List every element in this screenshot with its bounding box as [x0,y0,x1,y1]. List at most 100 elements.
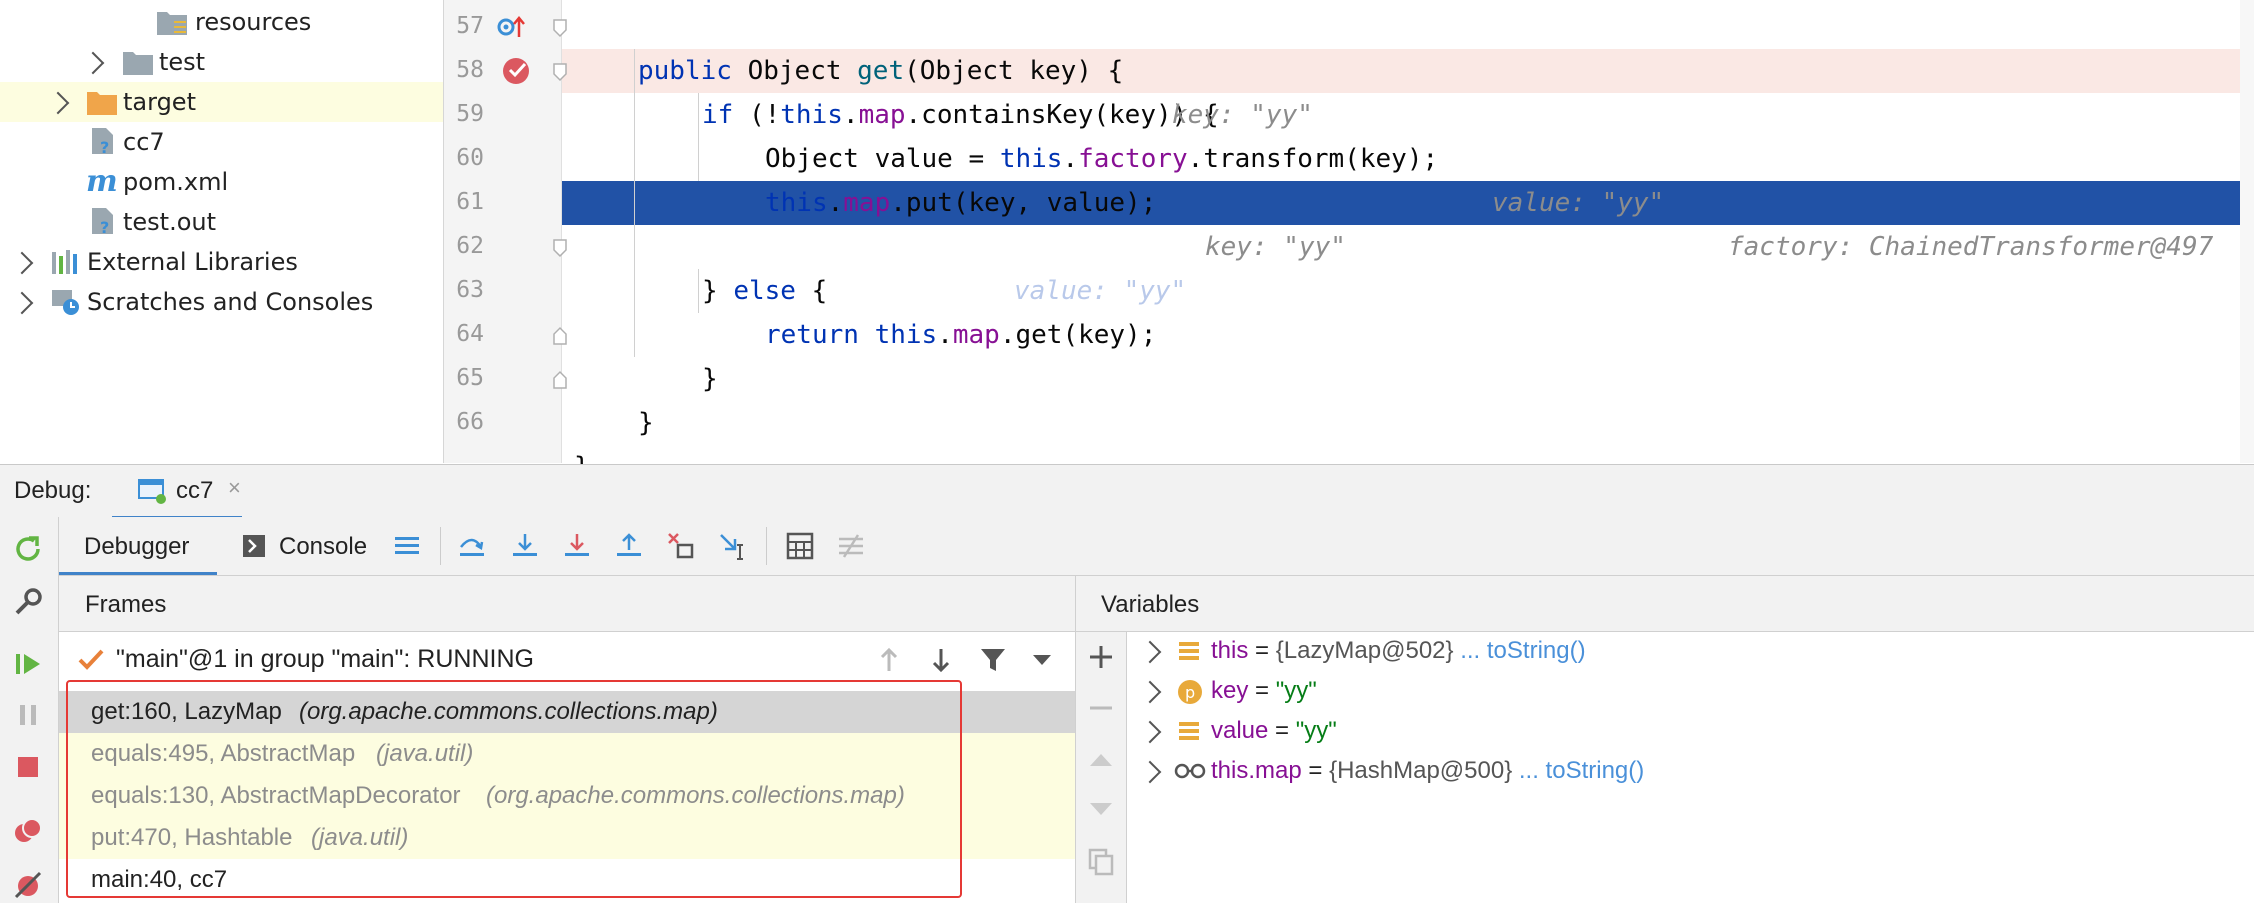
view-breakpoints-icon[interactable] [13,816,43,846]
step-out-icon[interactable] [614,531,644,561]
var-text: key = "yy" [1211,671,1317,711]
chevron-right-icon[interactable] [10,291,34,315]
chevron-down-icon[interactable] [1030,652,1054,668]
debug-side-toolbar [0,517,59,903]
field-icon [1179,642,1199,660]
move-up-icon[interactable] [1086,744,1116,774]
move-down-icon[interactable] [1086,795,1116,825]
drop-frame-icon[interactable] [666,531,696,561]
trace-icon[interactable] [836,531,866,561]
equals-sign: = [1268,717,1296,744]
inline-value-hint: value: "yy" [1492,188,1665,218]
svg-text:?: ? [100,138,109,155]
orange-folder-icon [87,92,117,115]
filter-icon[interactable] [978,645,1008,675]
tab-console-label: Console [279,533,368,560]
fold-icon[interactable] [552,62,568,82]
chevron-right-icon[interactable] [10,251,34,275]
code-line-62[interactable]: } else { [562,225,2254,306]
pause-icon[interactable] [13,700,43,730]
resume-icon[interactable] [13,649,43,679]
code-token: (Object key) { [904,56,1124,86]
application-icon [138,479,166,504]
tab-debugger-label: Debugger [84,533,190,560]
stop-icon[interactable] [13,752,43,782]
chevron-right-icon[interactable] [46,91,70,115]
code-token: map [843,188,891,218]
debug-session-tab[interactable]: cc7 × [112,465,242,519]
fold-end-icon[interactable] [552,326,568,346]
svg-text:?: ? [100,218,109,235]
tree-item-cc7[interactable]: ? cc7 [0,122,443,162]
equals-sign: = [1301,757,1330,784]
tree-item-test-out[interactable]: ? test.out [0,202,443,242]
resources-folder-icon [157,12,187,35]
chevron-right-icon[interactable] [81,51,105,75]
editor-scrollbar[interactable] [2240,0,2254,463]
debug-toolbar: Debugger Console [0,517,2254,576]
toolbar-separator [766,527,767,565]
tree-item-resources[interactable]: resources [0,2,443,42]
code-line-59[interactable]: Object value = this.factory.transform(ke… [562,93,2254,262]
breakpoint-icon[interactable] [501,54,535,88]
thread-selector[interactable]: "main"@1 in group "main": RUNNING [59,640,1075,680]
code-line-64[interactable]: } [562,313,2254,394]
evaluate-expression-icon[interactable] [785,531,815,561]
variable-value: {LazyMap@502} [1275,637,1454,664]
remove-watch-icon[interactable] [1086,693,1116,723]
line-number: 66 [456,409,484,435]
override-method-icon[interactable] [496,13,526,41]
step-over-icon[interactable] [457,531,487,561]
copy-icon[interactable] [1086,846,1116,876]
indent-guide [698,269,699,313]
code-line-60[interactable]: this.map.put(key, value); key: "yy" [562,137,2254,262]
code-line-57[interactable]: public Object get(Object key) { key: "yy… [562,5,2254,130]
var-text: this = {LazyMap@502} ... toString() [1211,631,1586,671]
line-number: 60 [456,145,484,171]
tab-console[interactable]: Console [240,517,380,575]
parameter-icon: p [1178,680,1202,704]
fold-icon[interactable] [552,238,568,258]
code-line-65[interactable]: } [562,357,2254,438]
fold-end-icon[interactable] [552,370,568,390]
watch-icon [1174,763,1206,779]
rerun-icon[interactable] [13,534,43,564]
code-token: .put(key, value); [890,188,1157,218]
layout-menu-icon[interactable] [392,531,422,561]
fold-icon[interactable] [552,18,568,38]
tree-item-pom[interactable]: m pom.xml [0,162,443,202]
debug-title-bar: Debug: cc7 × [0,464,2254,519]
settings-wrench-icon[interactable] [13,587,43,617]
indent-guide [634,49,635,357]
tree-item-label: cc7 [123,128,165,156]
tree-item-test[interactable]: test [0,42,443,82]
arrow-down-icon[interactable] [926,645,956,675]
checkmark-icon [78,649,104,670]
tree-item-label: External Libraries [87,248,298,276]
var-text: this.map = {HashMap@500} ... toString() [1211,751,1644,791]
to-string-link[interactable]: ... toString() [1512,757,1644,784]
code-line-66[interactable]: } [562,401,2254,482]
tree-item-target[interactable]: target [0,82,443,122]
close-icon[interactable]: × [228,475,241,501]
variable-value: "yy" [1295,717,1337,744]
step-into-icon[interactable] [510,531,540,561]
tree-item-external-libraries[interactable]: External Libraries [0,242,443,282]
mute-breakpoints-icon[interactable] [13,869,43,899]
code-token: public [638,56,748,86]
tab-debugger[interactable]: Debugger [59,517,217,575]
line-number: 64 [456,321,484,347]
debug-label: Debug: [14,477,92,504]
frames-header: Frames [59,576,1076,632]
run-to-cursor-icon[interactable] [718,531,748,561]
session-tab-label: cc7 [176,477,214,504]
arrow-up-icon[interactable] [874,645,904,675]
add-watch-icon[interactable] [1086,642,1116,672]
force-step-into-icon[interactable] [562,531,592,561]
code-line-63[interactable]: return this.map.get(key); [562,269,2254,350]
to-string-link[interactable]: ... toString() [1454,637,1585,664]
tree-item-scratches[interactable]: Scratches and Consoles [0,282,443,322]
line-number: 61 [456,189,484,215]
equals-sign: = [1248,637,1276,664]
field-icon [1179,722,1199,740]
